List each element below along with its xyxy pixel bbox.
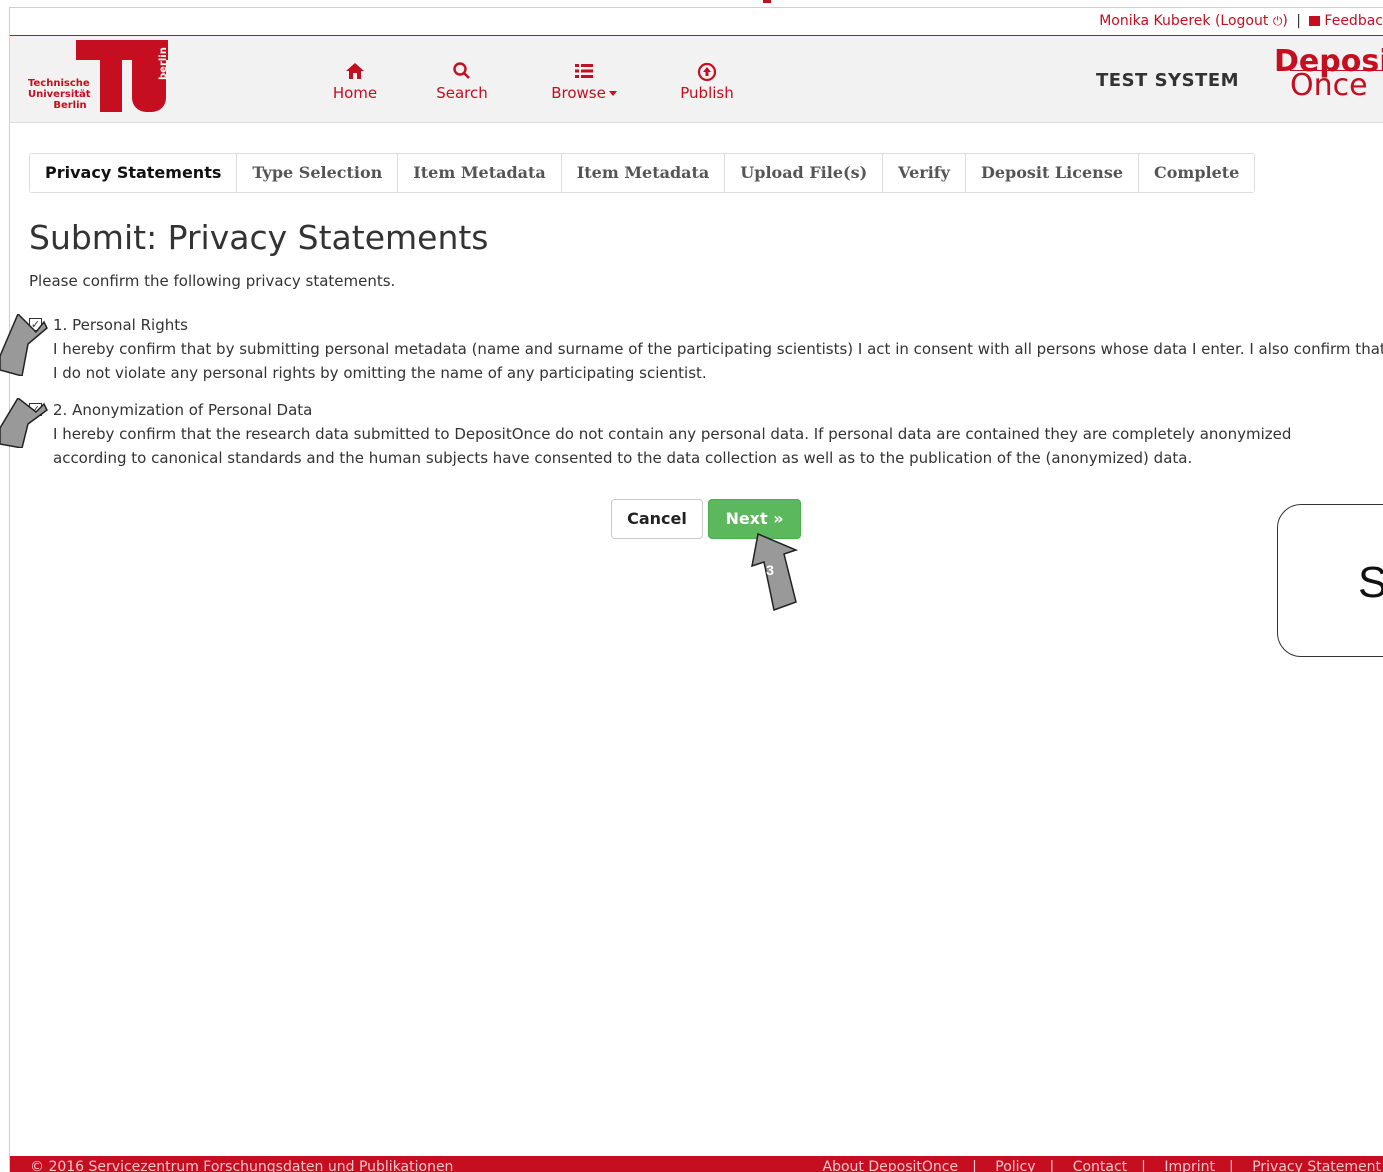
step-upload-files[interactable]: Upload File(s) (725, 154, 884, 192)
user-bar: Monika Kuberek (Logout ⏻) | Feedbac (10, 8, 1383, 36)
nav-search[interactable]: Search (434, 62, 490, 102)
footer-copyright: © 2016 Servicezentrum Forschungsdaten un… (30, 1159, 454, 1172)
top-marker (763, 0, 771, 3)
nav-publish[interactable]: Publish (676, 62, 738, 102)
step-type-selection[interactable]: Type Selection (237, 154, 399, 192)
comment-icon (1309, 16, 1321, 26)
home-icon (332, 62, 378, 84)
annotation-arrow-3: 3 (751, 532, 799, 612)
statement-personal-rights: ✓ 1. Personal Rights I hereby confirm th… (29, 313, 1383, 385)
submission-steps: Privacy Statements Type Selection Item M… (29, 153, 1256, 193)
feedback-link[interactable]: Feedbac (1309, 13, 1383, 29)
list-icon (545, 62, 623, 84)
statement-heading: 1. Personal Rights (53, 316, 188, 334)
depositonce-logo[interactable]: Deposit Once (1274, 47, 1383, 101)
intro-text: Please confirm the following privacy sta… (29, 272, 396, 290)
nav-search-label: Search (436, 84, 488, 102)
step-verify[interactable]: Verify (883, 154, 966, 192)
step-item-metadata-2[interactable]: Item Metadata (561, 154, 726, 192)
annotation-callout-text: S (1358, 558, 1383, 607)
statement-body: I hereby confirm that by submitting pers… (53, 340, 1383, 382)
nav-browse-dropdown[interactable]: Browse (545, 62, 623, 102)
step-privacy-statements[interactable]: Privacy Statements (30, 154, 238, 192)
separator: | (1141, 1159, 1146, 1172)
footer-link-imprint[interactable]: Imprint (1164, 1159, 1215, 1172)
nav-browse-label: Browse (551, 84, 606, 102)
power-icon: ⏻ (1272, 14, 1283, 28)
test-system-label: TEST SYSTEM (1096, 70, 1240, 91)
annotation-arrow-left-2 (0, 398, 48, 448)
page-title: Submit: Privacy Statements (29, 218, 489, 257)
footer-link-privacy[interactable]: Privacy Statement (1252, 1159, 1381, 1172)
step-item-metadata-1[interactable]: Item Metadata (398, 154, 562, 192)
logo-shape (100, 60, 122, 112)
user-name-link[interactable]: Monika Kuberek (1099, 13, 1210, 29)
statement-body: I hereby confirm that the research data … (53, 425, 1292, 467)
nav-publish-label: Publish (680, 84, 734, 102)
step-complete[interactable]: Complete (1139, 154, 1255, 192)
nav-home-label: Home (332, 84, 378, 102)
separator: | (1229, 1159, 1234, 1172)
footer-links: About DepositOnce | Policy | Contact | Impr… (823, 1156, 1382, 1172)
arrow-step-number: 3 (766, 562, 774, 578)
cancel-button[interactable]: Cancel (611, 499, 703, 539)
separator: | (1296, 13, 1301, 29)
nav-home[interactable]: Home (332, 62, 378, 102)
logout-link[interactable]: (Logout ⏻) (1215, 13, 1288, 29)
footer-link-policy[interactable]: Policy (995, 1159, 1035, 1172)
logo-text: Technische Universität Berlin (28, 78, 91, 111)
caret-down-icon (608, 91, 617, 96)
statement-heading: 2. Anonymization of Personal Data (53, 401, 313, 419)
footer-link-about[interactable]: About DepositOnce (823, 1159, 959, 1172)
separator: | (1049, 1159, 1055, 1172)
tu-berlin-logo[interactable]: berlin Technische Universität Berlin (28, 40, 178, 118)
site-header: berlin Technische Universität Berlin Hom… (10, 36, 1383, 123)
footer-link-contact[interactable]: Contact (1073, 1159, 1127, 1172)
step-deposit-license[interactable]: Deposit License (965, 154, 1139, 192)
logo-vertical-text: berlin (158, 47, 169, 80)
search-icon (434, 62, 490, 84)
upload-circle-icon (676, 62, 738, 84)
separator: | (972, 1159, 977, 1172)
site-footer: © 2016 Servicezentrum Forschungsdaten un… (10, 1156, 1383, 1172)
statement-anonymization: ✓ 2. Anonymization of Personal Data I he… (29, 398, 1369, 470)
annotation-arrow-left-1 (0, 314, 48, 376)
